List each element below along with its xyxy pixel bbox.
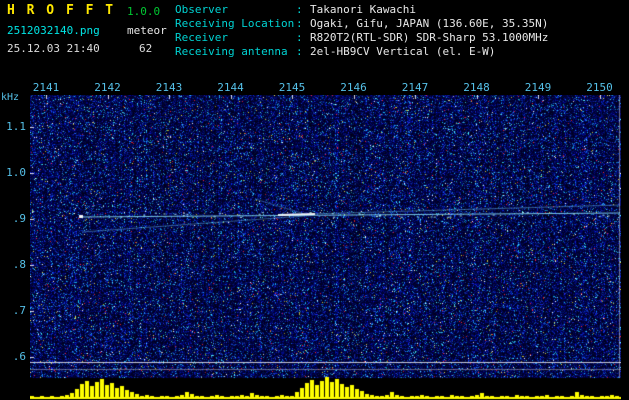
info-label: Observer [175, 3, 228, 16]
info-label: Receiving Location [175, 17, 295, 30]
info-value: 2el-HB9CV Vertical (el. E-W) [310, 45, 496, 58]
time-tick-label: 2146 [340, 81, 367, 94]
freq-tick-label: 1.0 [6, 166, 26, 179]
time-tick-label: 2142 [94, 81, 121, 94]
freq-tick-label: .8 [12, 258, 26, 271]
time-tick-label: 2148 [463, 81, 490, 94]
info-value: Takanori Kawachi [310, 3, 416, 16]
info-label: Receiver [175, 31, 228, 44]
info-row: Receiving antenna:2el-HB9CV Vertical (el… [175, 45, 548, 59]
freq-axis-unit-label: kHz [1, 92, 20, 103]
output-file-name: 2512032140.png [7, 24, 100, 37]
time-tick-label: 2145 [278, 81, 306, 94]
info-row: Observer: Takanori Kawachi [175, 3, 548, 17]
info-separator: : [296, 3, 303, 16]
time-tick-label: 2141 [32, 81, 60, 94]
time-tick-label: 2147 [401, 81, 429, 94]
info-separator: : [296, 45, 303, 58]
info-label: Receiving antenna [175, 45, 288, 58]
echo-count: 62 [139, 42, 153, 55]
spectrogram-canvas [30, 95, 621, 400]
app-version: 1.0.0 [127, 5, 161, 18]
info-row: Receiving Location: Ogaki, Gifu, JAPAN (1… [175, 17, 548, 31]
time-tick-label: 2144 [217, 81, 244, 94]
info-row: Receiver: R820T2(RTL-SDR) SDR-Sharp 53.10… [175, 31, 548, 45]
freq-tick-label: 1.1 [6, 120, 26, 133]
time-tick-label: 2149 [524, 81, 552, 94]
freq-tick-label: .7 [12, 304, 26, 317]
freq-tick-label: .6 [12, 350, 26, 363]
app-title: H R O F F T [7, 3, 116, 18]
info-value: R820T2(RTL-SDR) SDR-Sharp 53.1000MHz [310, 31, 549, 44]
hrofft-window: H R O F F T 1.0.0 2512032140.png meteor … [0, 0, 629, 400]
mode-label: meteor [127, 24, 167, 37]
time-tick-label: 2143 [155, 81, 183, 94]
info-separator: : [296, 17, 303, 30]
info-value: Ogaki, Gifu, JAPAN (136.60E, 35.35N) [310, 17, 549, 30]
datetime-label: 25.12.03 21:40 [7, 42, 100, 55]
info-separator: : [296, 31, 303, 44]
receiver-info: Observer: Takanori Kawachi Receiving Locat… [175, 3, 548, 59]
time-tick-label: 2150 [586, 81, 613, 94]
freq-tick-label: .9 [12, 212, 26, 225]
